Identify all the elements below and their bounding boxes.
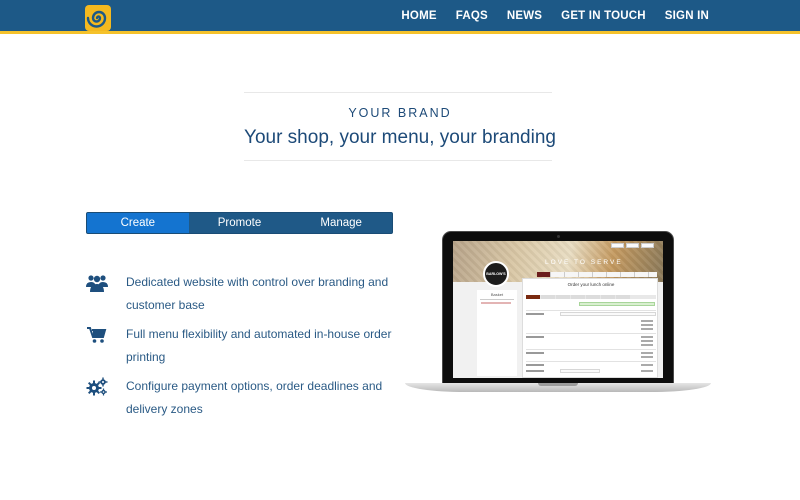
screen-top-buttons [611, 243, 654, 248]
screen-banner-text: LOVE TO SERVE [545, 259, 623, 266]
screen-row-field [560, 369, 600, 373]
nav-faqs[interactable]: FAQS [456, 10, 488, 22]
gears-icon [86, 377, 108, 397]
screen-row-label [526, 336, 544, 338]
screen-row [526, 310, 656, 311]
users-icon [86, 273, 108, 293]
tab-manage[interactable]: Manage [290, 213, 392, 233]
screen-row-value [641, 344, 653, 346]
screen-row-value [641, 324, 653, 326]
screen-row-value [641, 352, 653, 354]
screen-basket-title: Basket [490, 292, 504, 297]
screen-success-alert [579, 302, 655, 306]
feature-item: Configure payment options, order deadlin… [86, 375, 386, 421]
screen-row-field [560, 312, 656, 316]
nav-sign-in[interactable]: SIGN IN [665, 10, 709, 22]
divider-top [244, 92, 552, 93]
main-nav: HOME FAQS NEWS GET IN TOUCH SIGN IN [382, 0, 709, 31]
screen-row [526, 333, 656, 334]
feature-text: Dedicated website with control over bran… [126, 275, 389, 312]
navbar-accent-stripe [0, 31, 800, 34]
screen-nav [537, 272, 657, 277]
screen-row-label [526, 313, 544, 315]
screen-basket-note [481, 302, 511, 304]
screen-row-value [641, 364, 653, 366]
tab-promote[interactable]: Promote [189, 213, 291, 233]
feature-item: Dedicated website with control over bran… [86, 271, 388, 317]
screen-row [526, 349, 656, 350]
screen-row-label [526, 352, 544, 354]
screen-order-panel: Order your lunch online [522, 278, 658, 378]
feature-tabs: Create Promote Manage [86, 212, 393, 234]
feature-text: Configure payment options, order deadlin… [126, 379, 383, 416]
screen-row-label [526, 364, 544, 366]
screen-row-value [641, 370, 653, 372]
spiral-logo-icon[interactable] [85, 5, 111, 31]
tab-create[interactable]: Create [87, 213, 189, 233]
brand-kicker: YOUR BRAND [348, 106, 452, 120]
screen-row-value [641, 356, 653, 358]
screen-row-label [526, 370, 544, 372]
nav-get-in-touch[interactable]: GET IN TOUCH [561, 10, 646, 22]
cart-icon [86, 325, 108, 345]
brand-tagline: Your shop, your menu, your branding [244, 127, 556, 148]
screen-row-value [641, 340, 653, 342]
screen-row [526, 361, 656, 362]
screen-divider [480, 299, 514, 300]
screen-row-value [641, 336, 653, 338]
nav-news[interactable]: NEWS [507, 10, 542, 22]
screen-row-value [641, 320, 653, 322]
nav-home[interactable]: HOME [401, 10, 436, 22]
divider-bottom [244, 160, 552, 161]
feature-text: Full menu flexibility and automated in-h… [126, 327, 392, 364]
laptop-screen: LOVE TO SERVE BARLOW'S Basket Order your… [453, 241, 663, 378]
screen-row-value [641, 328, 653, 330]
top-navbar: HOME FAQS NEWS GET IN TOUCH SIGN IN [0, 0, 800, 31]
screen-basket-panel: Basket [477, 290, 517, 376]
laptop-bezel: LOVE TO SERVE BARLOW'S Basket Order your… [442, 231, 674, 384]
screen-order-tabs [526, 295, 656, 299]
badge-text: BARLOW'S [486, 272, 506, 276]
feature-item: Full menu flexibility and automated in-h… [86, 323, 391, 369]
screen-order-title: Order your lunch online [567, 282, 615, 287]
screen-shop-badge: BARLOW'S [483, 261, 509, 287]
laptop-base-notch [538, 383, 578, 386]
laptop-mockup: LOVE TO SERVE BARLOW'S Basket Order your… [405, 231, 711, 401]
laptop-camera [557, 235, 560, 238]
